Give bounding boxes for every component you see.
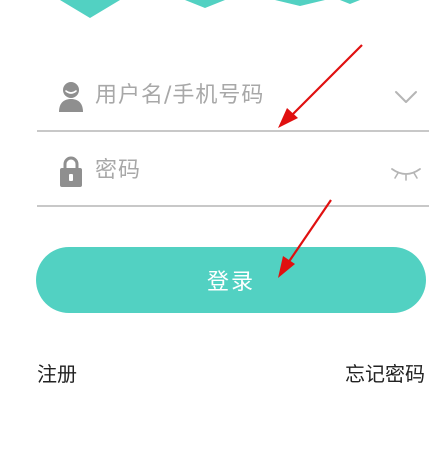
username-divider <box>37 130 429 132</box>
header-decoration <box>60 0 360 18</box>
password-divider <box>37 205 429 207</box>
register-link[interactable]: 注册 <box>37 360 77 388</box>
eye-closed-icon[interactable] <box>389 161 423 183</box>
user-icon <box>59 82 83 112</box>
password-field[interactable]: 密码 <box>37 151 429 191</box>
username-field[interactable]: 用户名/手机号码 <box>37 76 429 116</box>
lock-icon <box>60 156 82 187</box>
chevron-down-icon[interactable] <box>393 86 419 108</box>
password-placeholder: 密码 <box>95 158 142 183</box>
username-placeholder: 用户名/手机号码 <box>95 83 265 108</box>
login-button[interactable]: 登录 <box>36 247 426 313</box>
forgot-password-link[interactable]: 忘记密码 <box>345 360 425 388</box>
